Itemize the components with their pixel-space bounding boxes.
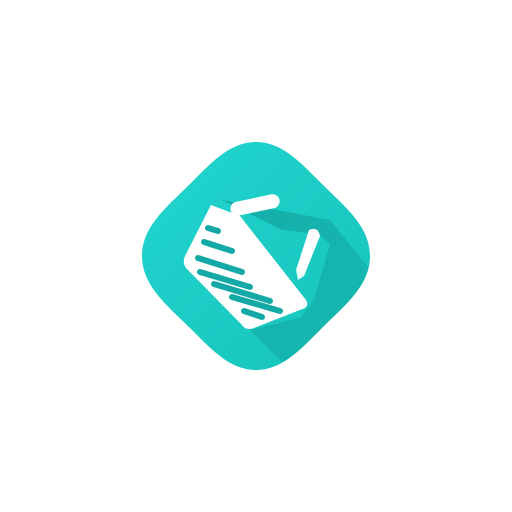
icon-canvas (0, 0, 512, 512)
notes-document-icon (142, 142, 370, 370)
